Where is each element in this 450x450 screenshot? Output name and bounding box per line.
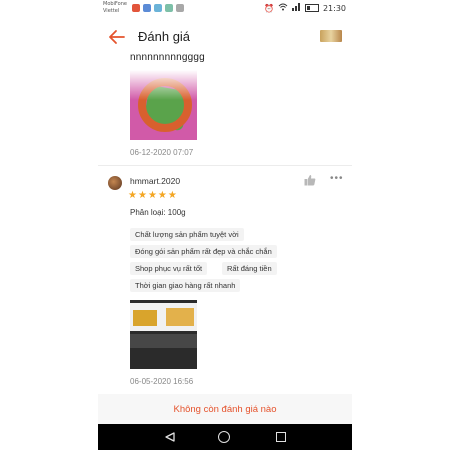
notification-app-icon (154, 4, 162, 12)
nav-back-icon[interactable] (165, 432, 175, 442)
thumbs-up-icon[interactable] (304, 174, 316, 186)
divider (98, 165, 352, 166)
reviewer-username[interactable]: hmmart.2020 (130, 176, 180, 186)
carrier-info: MobiFone Viettel (103, 1, 127, 15)
system-nav-bar (98, 424, 352, 450)
review-photo[interactable] (130, 300, 197, 369)
photo-content (166, 308, 194, 326)
review-tag: Rất đáng tiền (222, 262, 277, 275)
notification-icons (132, 4, 184, 12)
page-title: Đánh giá (138, 29, 191, 44)
carrier-name-1: MobiFone (103, 1, 127, 7)
phone-screen: MobiFone Viettel ⏰ 21:30 Đánh giá nnnnnn… (98, 0, 352, 450)
review-tag: Thời gian giao hàng rất nhanh (130, 279, 241, 292)
alarm-icon: ⏰ (263, 3, 274, 13)
review-tag: Shop phục vụ rất tốt (130, 262, 208, 275)
photo-content (133, 310, 157, 326)
notification-app-icon (143, 4, 151, 12)
product-variant: Phân loại: 100g (130, 208, 186, 217)
notification-app-icon (132, 4, 140, 12)
product-thumbnail[interactable] (320, 30, 342, 42)
rating-stars: ★ ★ ★ ★ ★ (128, 191, 177, 201)
photo-content (130, 334, 197, 348)
wifi-icon (278, 3, 288, 13)
photo-content (130, 70, 197, 100)
clock-time: 21:30 (322, 3, 346, 13)
star-icon: ★ (147, 190, 157, 201)
end-of-list-footer: Không còn đánh giá nào (98, 394, 352, 424)
star-icon: ★ (137, 190, 147, 201)
signal-icon (291, 3, 301, 13)
nav-recent-apps-icon[interactable] (276, 432, 286, 442)
review-tag: Đóng gói sản phẩm rất đẹp và chắc chắn (130, 245, 277, 258)
no-more-reviews-text: Không còn đánh giá nào (173, 404, 277, 415)
notification-app-icon (165, 4, 173, 12)
avatar[interactable] (108, 176, 122, 190)
status-bar: MobiFone Viettel ⏰ 21:30 (98, 0, 352, 18)
review-date: 06-05-2020 16:56 (130, 377, 194, 386)
review-tag: Chất lượng sản phẩm tuyệt vời (130, 228, 244, 241)
more-options-icon[interactable]: ••• (330, 173, 344, 184)
app-bar: Đánh giá (98, 18, 352, 56)
review-comment: nnnnnnnnngggg (130, 52, 205, 63)
status-right: ⏰ 21:30 (264, 3, 346, 13)
star-icon: ★ (167, 190, 177, 201)
star-icon: ★ (128, 190, 137, 201)
nav-home-icon[interactable] (218, 431, 230, 443)
review-photo[interactable] (130, 70, 197, 140)
arrow-left-icon[interactable] (108, 28, 126, 46)
star-icon: ★ (157, 190, 167, 201)
notification-app-icon (176, 4, 184, 12)
review-date: 06-12-2020 07:07 (130, 148, 194, 157)
battery-icon (304, 4, 319, 12)
carrier-name-2: Viettel (103, 8, 120, 14)
